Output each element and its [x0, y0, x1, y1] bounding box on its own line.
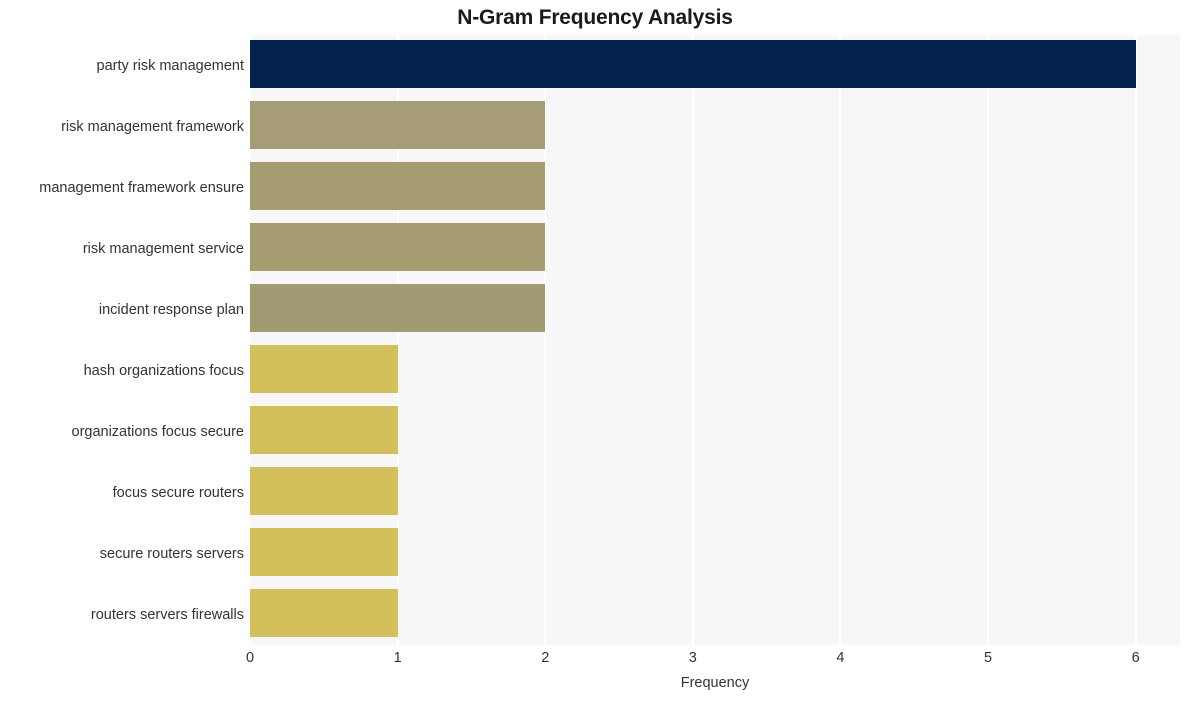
bar[interactable] — [250, 161, 546, 210]
bar[interactable] — [250, 588, 398, 637]
bar-row — [250, 584, 1180, 645]
x-axis-tick-label: 0 — [245, 650, 255, 666]
bar[interactable] — [250, 405, 398, 454]
x-axis-tick-label: 5 — [984, 650, 993, 666]
y-axis-category-labels: party risk management risk management fra… — [0, 35, 244, 645]
bar-row — [250, 401, 1180, 462]
bar[interactable] — [250, 100, 546, 149]
bar[interactable] — [250, 527, 398, 576]
ngram-frequency-chart: N-Gram Frequency Analysis party risk man… — [0, 0, 1190, 701]
plot-area — [249, 35, 1180, 645]
bars-layer — [250, 35, 1180, 645]
y-axis-label: routers servers firewalls — [90, 606, 244, 623]
y-axis-label: organizations focus secure — [71, 423, 245, 440]
bar[interactable] — [250, 283, 546, 332]
x-axis-tick-label: 2 — [541, 650, 550, 666]
y-axis-label: secure routers servers — [99, 545, 244, 562]
x-axis-tick-label: 4 — [836, 650, 845, 666]
y-axis-label: focus secure routers — [112, 484, 244, 501]
bar[interactable] — [250, 222, 546, 271]
x-axis-ticks: 0 1 2 3 4 5 6 — [246, 650, 1180, 670]
bar-row — [250, 279, 1180, 340]
y-axis-label: incident response plan — [98, 301, 244, 318]
y-axis-label: risk management framework — [61, 118, 244, 135]
bar-row — [250, 157, 1180, 218]
y-axis-label: management framework ensure — [39, 179, 244, 196]
bar-row — [250, 218, 1180, 279]
bar[interactable] — [250, 466, 398, 515]
x-axis-title: Frequency — [680, 675, 750, 691]
bar[interactable] — [250, 39, 1136, 88]
y-axis-label: party risk management — [96, 57, 244, 74]
bar-row — [250, 523, 1180, 584]
bar-row — [250, 35, 1180, 96]
x-axis-tick-label: 6 — [1131, 650, 1140, 666]
bar-row — [250, 96, 1180, 157]
bar-row — [250, 462, 1180, 523]
bar-row — [250, 340, 1180, 401]
bar[interactable] — [250, 344, 398, 393]
x-axis-tick-label: 1 — [393, 650, 402, 666]
x-axis-tick-label: 3 — [688, 650, 697, 666]
y-axis-label: hash organizations focus — [83, 362, 244, 379]
chart-title: N-Gram Frequency Analysis — [457, 6, 733, 29]
y-axis-label: risk management service — [82, 240, 244, 257]
